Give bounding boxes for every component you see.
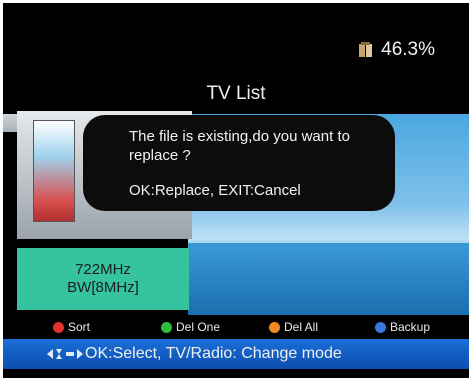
bandwidth-label: BW[8MHz]	[67, 279, 139, 296]
color-button-bar: Sort Del One Del All Backup	[3, 315, 469, 339]
page-title: TV List	[206, 83, 266, 104]
red-dot-icon	[53, 321, 64, 333]
green-dot-icon	[161, 321, 172, 333]
channel-info-panel: 722MHz BW[8MHz]	[17, 248, 189, 310]
dialog-options: OK:Replace, EXIT:Cancel	[129, 182, 301, 199]
dialog-message: The file is existing,do you want to repl…	[129, 128, 350, 164]
preview-thumbnail	[33, 120, 75, 222]
frequency-label: 722MHz	[75, 261, 131, 278]
help-text: OK:Select, TV/Radio: Change mode	[85, 345, 342, 362]
backup-label: Backup	[390, 320, 431, 334]
storage-icon	[359, 42, 373, 57]
blue-dot-icon	[375, 321, 386, 333]
background-sea	[188, 243, 469, 315]
del-all-label: Del All	[284, 320, 319, 334]
sort-label: Sort	[68, 320, 91, 334]
storage-indicator: 46.3%	[357, 39, 435, 61]
sort-button[interactable]: Sort	[53, 320, 90, 334]
del-one-button[interactable]: Del One	[161, 320, 220, 334]
orange-dot-icon	[269, 321, 280, 333]
arrow-keys-icon	[47, 349, 83, 359]
storage-percent: 46.3%	[381, 39, 435, 60]
help-bar: OK:Select, TV/Radio: Change mode	[3, 339, 469, 369]
del-all-button[interactable]: Del All	[269, 320, 318, 334]
replace-dialog: The file is existing,do you want to repl…	[83, 115, 395, 211]
tv-screen: 46.3% TV List 722MHz BW[8MHz] The file i…	[3, 3, 469, 378]
backup-button[interactable]: Backup	[375, 320, 430, 334]
del-one-label: Del One	[176, 320, 221, 334]
